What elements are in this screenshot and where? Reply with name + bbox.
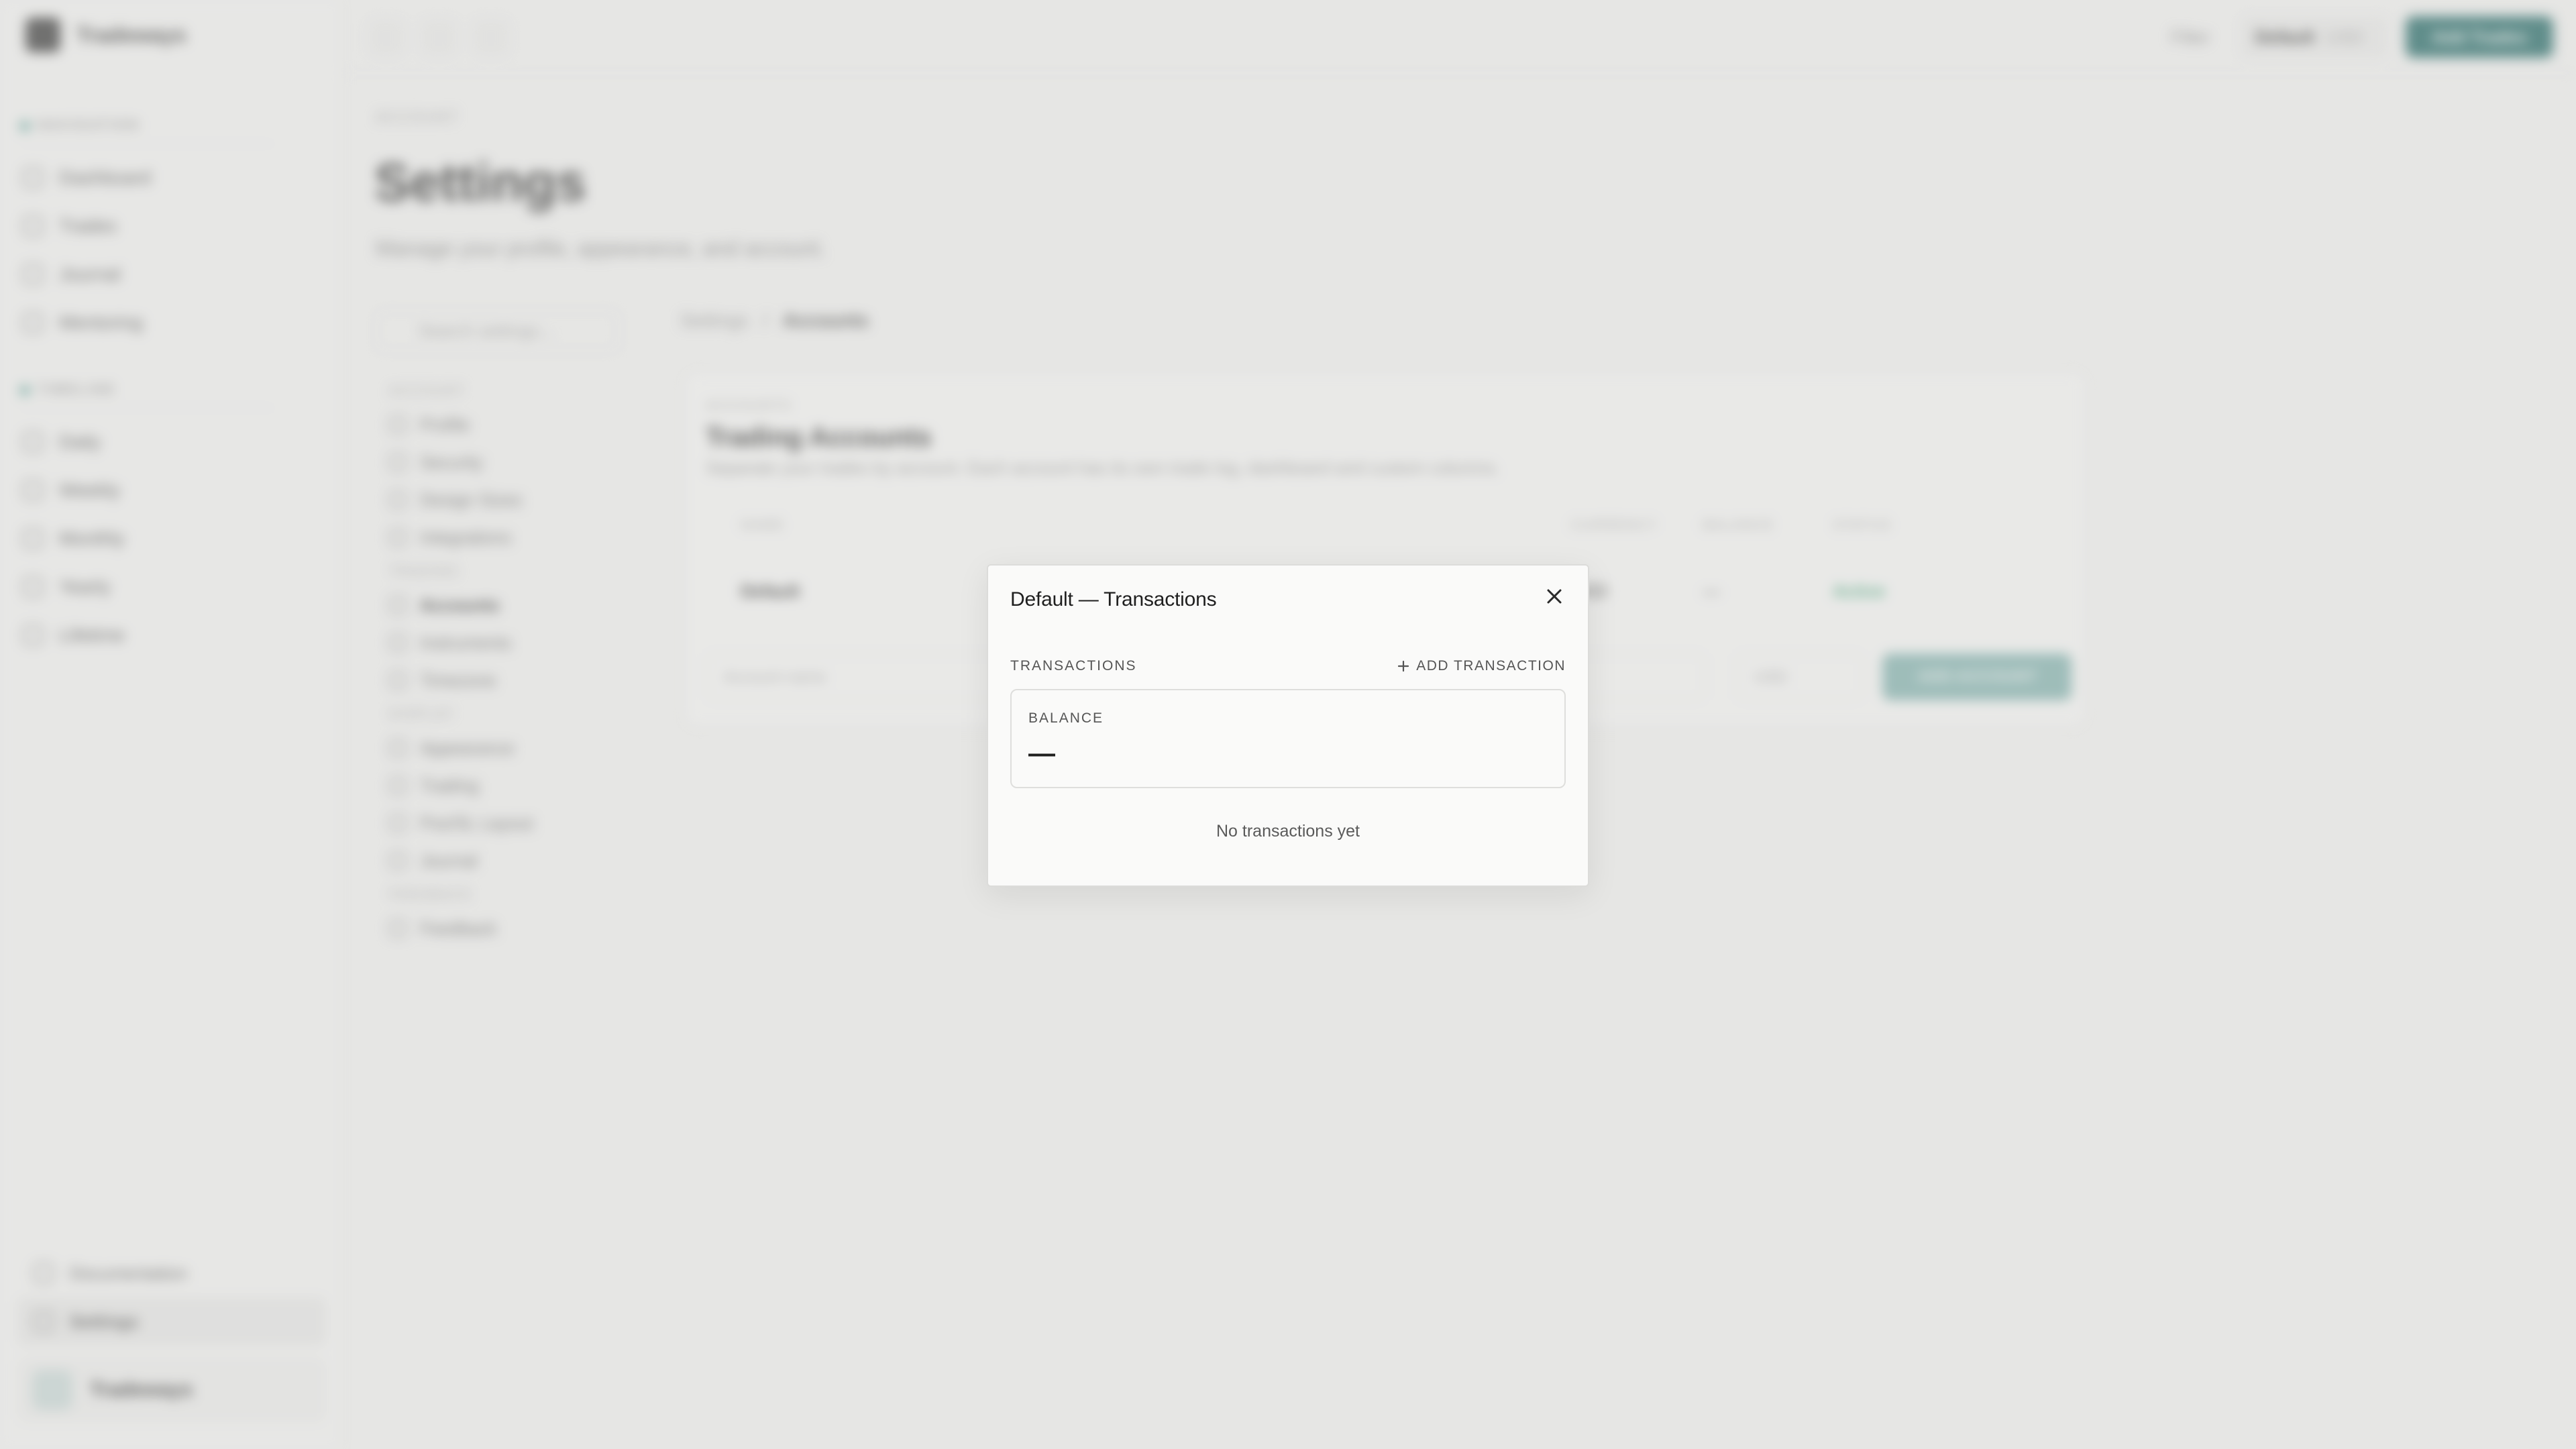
balance-value: —: [1028, 739, 1055, 768]
transactions-label: TRANSACTIONS: [1010, 658, 1137, 674]
add-transaction-button[interactable]: ADD TRANSACTION: [1397, 658, 1566, 674]
close-icon: [1547, 589, 1562, 604]
empty-state-message: No transactions yet: [1216, 822, 1360, 841]
transactions-header: TRANSACTIONS ADD TRANSACTION: [1010, 656, 1566, 676]
balance-card: BALANCE —: [1010, 689, 1566, 788]
balance-label: BALANCE: [1028, 710, 1104, 726]
plus-icon: [1398, 660, 1409, 672]
modal-title: Default — Transactions: [1010, 588, 1217, 610]
transactions-modal: Default — Transactions TRANSACTIONS ADD …: [987, 564, 1589, 887]
close-button[interactable]: [1538, 580, 1570, 612]
